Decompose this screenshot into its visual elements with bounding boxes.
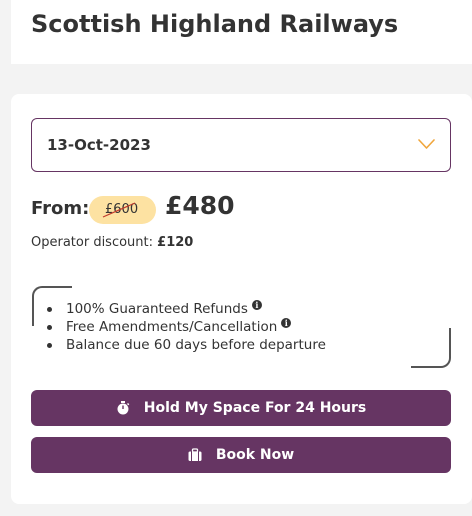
from-label: From: (31, 198, 90, 219)
list-item: 100% Guaranteed Refunds i (47, 300, 326, 318)
bullet (47, 343, 52, 348)
chevron-down-icon (418, 139, 435, 149)
feature-text: Free Amendments/Cancellation (66, 319, 278, 335)
selected-date: 13-Oct-2023 (47, 136, 151, 154)
current-price: £480 (165, 191, 235, 220)
suitcase-icon (188, 448, 202, 461)
bullet (47, 307, 52, 312)
feature-list: 100% Guaranteed Refunds i Free Amendments… (47, 300, 326, 354)
header-card: Scottish Highland Railways (11, 0, 472, 64)
info-icon[interactable]: i (281, 318, 292, 328)
book-now-label: Book Now (215, 447, 295, 463)
original-price-badge: £600 (89, 196, 156, 224)
page-title: Scottish Highland Railways (31, 10, 399, 38)
feature-text: 100% Guaranteed Refunds (66, 301, 248, 317)
operator-discount: Operator discount: £120 (31, 235, 193, 250)
book-now-button[interactable]: Book Now (31, 437, 451, 473)
feature-text: Balance due 60 days before departure (66, 337, 326, 353)
date-select[interactable]: 13-Oct-2023 (31, 118, 451, 172)
strikethrough-mark (102, 202, 136, 218)
hold-space-button[interactable]: Hold My Space For 24 Hours (31, 390, 451, 426)
bullet (47, 325, 52, 330)
stopwatch-icon (117, 401, 130, 415)
decorative-bracket-bottom-right (411, 328, 451, 368)
list-item: Balance due 60 days before departure (47, 336, 326, 354)
discount-amount: £120 (157, 235, 194, 250)
info-icon[interactable]: i (251, 300, 262, 310)
hold-space-label: Hold My Space For 24 Hours (143, 400, 367, 416)
booking-card: 13-Oct-2023 From: £600 £480 Operator dis… (11, 94, 472, 504)
list-item: Free Amendments/Cancellation i (47, 318, 326, 336)
discount-label: Operator discount: (31, 235, 154, 250)
